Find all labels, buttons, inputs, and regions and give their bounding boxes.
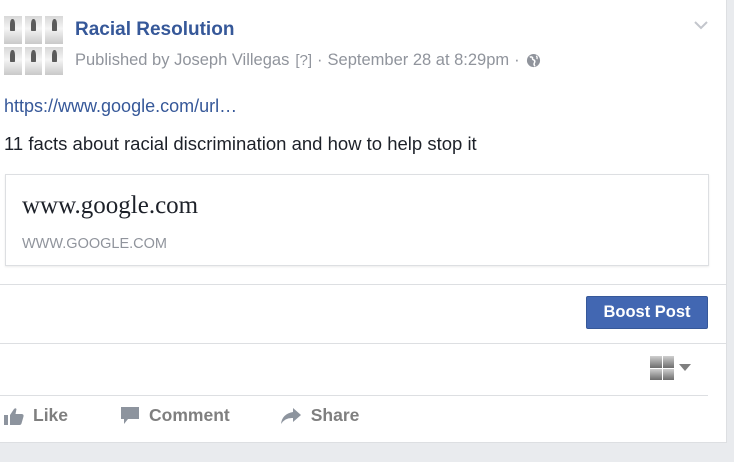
help-marker[interactable]: [?] — [295, 52, 312, 69]
boost-post-button[interactable]: Boost Post — [586, 296, 708, 329]
chevron-down-icon[interactable] — [692, 18, 710, 32]
link-preview-card[interactable]: www.google.com WWW.GOOGLE.COM — [5, 174, 709, 266]
actor-avatar — [650, 356, 674, 380]
avatar-photo-tile — [4, 16, 22, 44]
actor-selector[interactable] — [650, 356, 691, 380]
post-message: 11 facts about racial discrimination and… — [4, 133, 477, 154]
comment-label: Comment — [149, 405, 230, 425]
divider — [0, 343, 726, 344]
avatar-photo-tile — [45, 47, 63, 75]
caret-down-icon — [679, 364, 691, 371]
share-label: Share — [310, 405, 360, 425]
avatar-photo-tile — [4, 47, 22, 75]
divider — [0, 284, 726, 285]
meta-separator: · — [514, 51, 520, 69]
preview-domain: WWW.GOOGLE.COM — [22, 236, 167, 252]
share-arrow-icon — [280, 407, 301, 424]
thumbs-up-icon — [4, 407, 24, 425]
comment-icon — [121, 407, 140, 424]
meta-separator: · — [317, 51, 323, 69]
like-button[interactable]: Like — [4, 405, 68, 426]
avatar-photo-tile — [24, 16, 43, 44]
divider — [0, 395, 708, 396]
page-avatar[interactable] — [4, 16, 63, 75]
post-link[interactable]: https://www.google.com/url… — [4, 96, 237, 117]
avatar-photo-tile — [24, 47, 43, 75]
share-button[interactable]: Share — [280, 405, 360, 426]
published-by-text[interactable]: Published by Joseph Villegas — [75, 51, 289, 70]
comment-button[interactable]: Comment — [120, 405, 230, 426]
globe-icon[interactable] — [526, 53, 541, 68]
avatar-photo-tile — [45, 16, 63, 44]
like-label: Like — [33, 405, 69, 425]
post-meta: Published by Joseph Villegas [?] · Septe… — [75, 51, 541, 70]
page-name-link[interactable]: Racial Resolution — [75, 19, 234, 41]
post-actions: Like Comment Share — [4, 405, 359, 426]
preview-title[interactable]: www.google.com — [22, 192, 198, 220]
post-timestamp[interactable]: September 28 at 8:29pm — [328, 51, 510, 70]
post-card: Racial Resolution Published by Joseph Vi… — [0, 0, 727, 443]
